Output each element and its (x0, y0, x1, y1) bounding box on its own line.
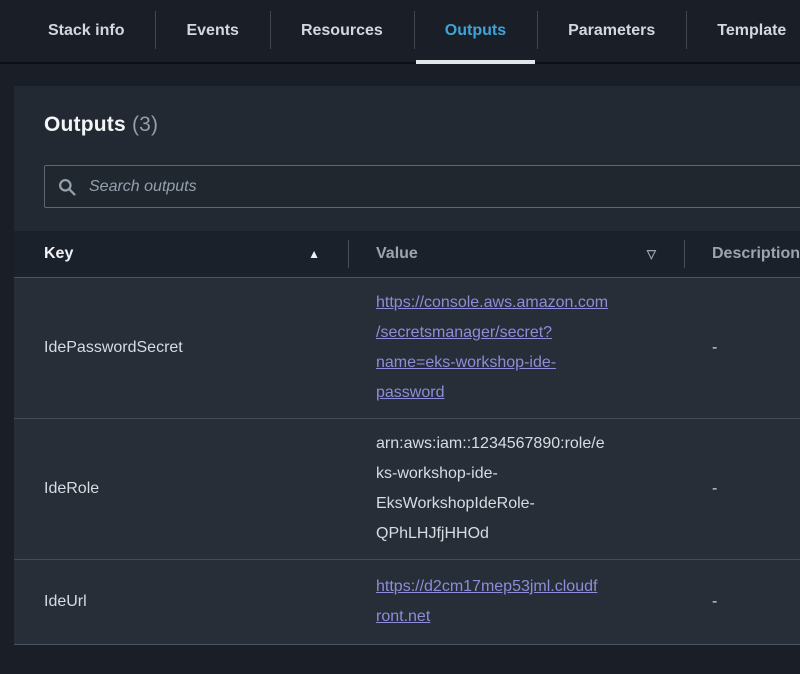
search-outputs-box[interactable] (44, 165, 800, 208)
tab-template[interactable]: Template (686, 0, 800, 62)
output-description: - (684, 480, 800, 498)
search-row (44, 165, 800, 208)
search-input[interactable] (87, 177, 800, 197)
outputs-count: (3) (132, 113, 158, 136)
outputs-table-body: IdePasswordSecret https://console.aws.ama… (14, 278, 800, 645)
tab-events[interactable]: Events (155, 0, 269, 62)
table-row: IdePasswordSecret https://console.aws.ama… (14, 278, 800, 419)
output-key: IdeRole (14, 480, 348, 498)
output-key: IdeUrl (14, 593, 348, 611)
output-value: https://d2cm17mep53jml.cloudfront.net (348, 572, 684, 632)
column-header-description[interactable]: Description (684, 231, 800, 277)
output-value-text: arn:aws:iam::1234567890:role/eks-worksho… (376, 429, 684, 549)
column-header-value[interactable]: Value ▽ (348, 231, 684, 277)
tab-resources[interactable]: Resources (270, 0, 414, 62)
column-label: Description (712, 245, 800, 263)
outputs-panel: Outputs (3) Key ▲ Value ▽ Description IdePas… (14, 86, 800, 645)
sort-ascending-icon: ▲ (308, 247, 320, 261)
table-row: IdeRole arn:aws:iam::1234567890:role/eks-… (14, 419, 800, 560)
search-icon (58, 178, 76, 196)
column-label: Key (44, 245, 73, 263)
output-value-link[interactable]: https://d2cm17mep53jml.cloudfront.net (376, 572, 684, 632)
output-value: https://console.aws.amazon.com/secretsma… (348, 288, 684, 408)
output-value-link[interactable]: https://console.aws.amazon.com/secretsma… (376, 288, 684, 408)
output-value: arn:aws:iam::1234567890:role/eks-worksho… (348, 429, 684, 549)
tab-stack-info[interactable]: Stack info (17, 0, 155, 62)
output-key: IdePasswordSecret (14, 339, 348, 357)
table-row: IdeUrl https://d2cm17mep53jml.cloudfront.… (14, 560, 800, 645)
column-label: Value (376, 245, 418, 263)
panel-title: Outputs (44, 113, 126, 136)
tab-outputs[interactable]: Outputs (414, 0, 537, 62)
stack-tabs: Stack infoEventsResourcesOutputsParamete… (0, 0, 800, 64)
cloudformation-stack-page: Stack infoEventsResourcesOutputsParamete… (0, 0, 800, 645)
sort-descending-icon: ▽ (647, 247, 656, 261)
output-description: - (684, 593, 800, 611)
tab-parameters[interactable]: Parameters (537, 0, 686, 62)
column-header-key[interactable]: Key ▲ (14, 231, 348, 277)
panel-title-row: Outputs (3) (14, 86, 800, 138)
output-description: - (684, 339, 800, 357)
table-header-row: Key ▲ Value ▽ Description (14, 231, 800, 278)
